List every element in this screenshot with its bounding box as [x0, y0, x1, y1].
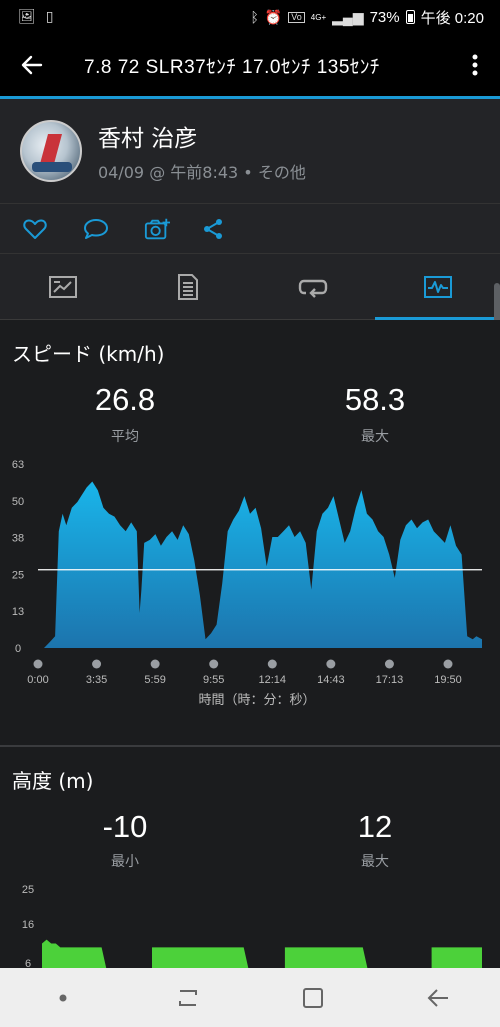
speed-avg-label: 平均	[111, 429, 139, 445]
y-tick-label: 25	[12, 569, 24, 581]
more-options-button[interactable]	[450, 34, 500, 96]
x-tick-marker[interactable]	[443, 659, 453, 669]
x-axis-label: 時間（時：分：秒）	[198, 693, 315, 708]
altitude-area-series	[42, 939, 482, 968]
nav-back-button[interactable]	[408, 973, 468, 1023]
x-tick-label: 0:00	[27, 674, 48, 686]
tab-bar	[0, 254, 500, 320]
header-title: 7.8 72 SLR37ｾﾝﾁ 17.0ｾﾝﾁ 135ｾﾝﾁ	[84, 56, 380, 78]
x-tick-label: 17:13	[376, 674, 404, 686]
altitude-card: 高度 (m) -10 最小 12 最大 25 16 6	[0, 747, 500, 968]
x-tick-label: 19:50	[434, 674, 462, 686]
arrow-left-icon	[21, 55, 43, 75]
heart-icon	[23, 218, 47, 239]
x-tick-marker[interactable]	[209, 659, 219, 669]
add-photo-button[interactable]	[144, 216, 170, 242]
share-icon	[204, 218, 222, 239]
action-row	[0, 204, 500, 254]
back-button[interactable]	[0, 34, 64, 96]
x-tick-label: 5:59	[144, 674, 165, 686]
x-tick-label: 3:35	[86, 674, 107, 686]
speed-area-series	[44, 481, 482, 648]
graph-icon	[423, 275, 452, 298]
alarm-icon: ⏰	[264, 9, 283, 25]
recent-apps-icon	[178, 989, 197, 1006]
app-header: 7.8 72 SLR37ｾﾝﾁ 17.0ｾﾝﾁ 135ｾﾝﾁ	[0, 34, 500, 96]
speed-max-value: 58.3	[344, 382, 406, 417]
x-tick-marker[interactable]	[92, 659, 102, 669]
speed-avg-value: 26.8	[94, 382, 156, 417]
more-vert-icon	[472, 54, 478, 76]
altitude-min-label: 最小	[111, 854, 139, 870]
x-tick-marker[interactable]	[267, 659, 277, 669]
speed-max-label: 最大	[361, 429, 389, 445]
nav-recent-button[interactable]	[158, 973, 218, 1023]
x-tick-label: 12:14	[259, 674, 287, 686]
nav-dot-button[interactable]	[33, 973, 93, 1023]
bluetooth-icon: ᛒ	[250, 9, 259, 25]
comment-icon	[84, 218, 108, 239]
share-button[interactable]	[200, 216, 226, 242]
laps-loop-icon	[298, 279, 327, 298]
x-tick-marker[interactable]	[33, 659, 43, 669]
altitude-chart[interactable]: 25 16 6	[0, 878, 500, 968]
y-tick-label: 38	[12, 533, 24, 545]
gallery-icon: 🖼	[18, 9, 36, 25]
details-list-icon	[177, 273, 198, 300]
avatar[interactable]	[20, 120, 82, 182]
speed-card: スピード (km/h) 26.8 平均 58.3 最大 63 50 38 25 13 0 0…	[0, 320, 500, 720]
y-tick-label: 16	[22, 919, 34, 931]
home-square-icon	[302, 987, 323, 1008]
battery-icon	[405, 10, 415, 24]
system-nav-bar	[0, 968, 500, 1027]
tab-details[interactable]	[125, 254, 250, 319]
nav-home-button[interactable]	[283, 973, 343, 1023]
activity-header: 香村 治彦 04/09 @ 午前8:43 • その他	[0, 99, 500, 204]
y-tick-label: 0	[15, 643, 21, 655]
tab-laps[interactable]	[250, 254, 375, 319]
user-name[interactable]: 香村 治彦	[98, 119, 306, 153]
speed-section-title: スピード (km/h)	[12, 342, 165, 366]
x-tick-marker[interactable]	[150, 659, 160, 669]
status-bar: 🖼 ▯ ᛒ ⏰ Vo 4G+ ▂▄▆ 73% 午後 0:20	[0, 0, 500, 34]
altitude-max-label: 最大	[361, 854, 389, 870]
signal-icon: ▂▄▆	[332, 9, 364, 25]
x-tick-label: 9:55	[203, 674, 224, 686]
comment-button[interactable]	[83, 216, 109, 242]
document-icon: ▯	[45, 9, 54, 25]
y-tick-label: 50	[12, 496, 24, 508]
like-button[interactable]	[22, 216, 48, 242]
volte-icon: Vo	[288, 11, 305, 23]
back-arrow-icon	[427, 988, 448, 1007]
altitude-section-title: 高度 (m)	[12, 769, 94, 793]
altitude-max-value: 12	[357, 809, 393, 844]
battery-percent: 73%	[369, 8, 400, 26]
summary-chart-icon	[48, 275, 77, 298]
y-tick-label: 63	[12, 459, 24, 471]
altitude-min-value: -10	[102, 809, 148, 844]
speed-chart[interactable]: 63 50 38 25 13 0 0:00 3:35 5:59 9:55 12:14 14:43 17:…	[0, 450, 500, 710]
x-tick-marker[interactable]	[384, 659, 394, 669]
tab-graphs[interactable]	[375, 254, 500, 320]
activity-subtitle: 04/09 @ 午前8:43 • その他	[98, 163, 306, 182]
tab-summary[interactable]	[0, 254, 125, 319]
y-tick-label: 6	[25, 958, 31, 968]
x-tick-marker[interactable]	[326, 659, 336, 669]
x-tick-label: 14:43	[317, 674, 345, 686]
dot-icon	[59, 994, 66, 1001]
y-tick-label: 13	[12, 606, 24, 618]
camera-add-icon	[144, 218, 170, 239]
clock: 午後 0:20	[420, 9, 484, 27]
y-tick-label: 25	[22, 884, 34, 896]
network-type: 4G+	[310, 12, 327, 22]
